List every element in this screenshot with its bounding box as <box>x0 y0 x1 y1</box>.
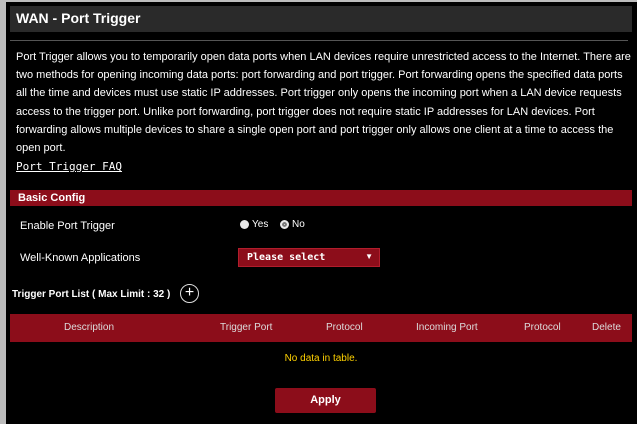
basic-config-title: Basic Config <box>18 192 86 204</box>
well-known-applications-select[interactable]: Please select ▼ <box>238 248 380 267</box>
trigger-port-list-label: Trigger Port List ( Max Limit : 32 ) <box>12 289 171 300</box>
well-known-applications-label: Well-Known Applications <box>20 252 141 264</box>
col-description: Description <box>64 322 115 333</box>
add-icon[interactable]: + <box>180 284 199 303</box>
col-delete: Delete <box>592 322 621 333</box>
col-protocol: Protocol <box>326 322 363 333</box>
chevron-down-icon: ▼ <box>365 252 373 261</box>
radio-yes-label: Yes <box>252 219 269 230</box>
enable-no-option[interactable]: No <box>280 219 305 230</box>
col-protocol-2: Protocol <box>524 322 561 333</box>
page-description: Port Trigger allows you to temporarily o… <box>16 51 631 155</box>
title-divider <box>10 40 628 41</box>
radio-no-label: No <box>292 219 305 230</box>
enable-yes-option[interactable]: Yes <box>240 219 268 230</box>
basic-config-header <box>10 190 632 206</box>
radio-no[interactable] <box>280 220 289 229</box>
radio-yes[interactable] <box>240 220 249 229</box>
col-trigger-port: Trigger Port <box>220 322 273 333</box>
empty-table-message: No data in table. <box>284 353 358 364</box>
port-trigger-faq-link[interactable]: Port Trigger FAQ <box>16 160 122 173</box>
enable-port-trigger-label: Enable Port Trigger <box>20 220 115 232</box>
page-title: WAN - Port Trigger <box>16 10 141 26</box>
col-incoming-port: Incoming Port <box>416 322 478 333</box>
select-value: Please select <box>247 252 326 263</box>
apply-button[interactable]: Apply <box>275 388 376 413</box>
